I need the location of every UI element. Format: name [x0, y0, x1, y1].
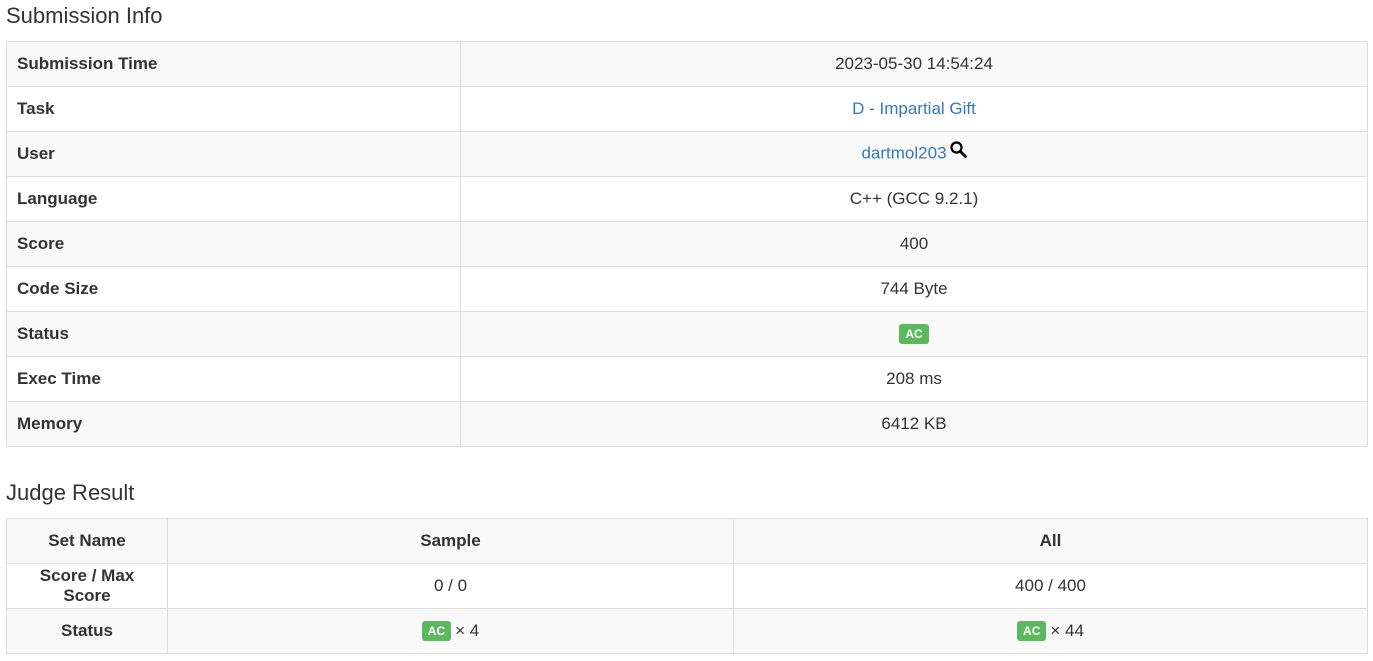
- row-label-language: Language: [6, 176, 461, 222]
- task-cell: D - Impartial Gift: [460, 86, 1368, 132]
- judge-result-table: Set Name Sample All Score / Max Score 0 …: [6, 518, 1368, 654]
- column-header-set-name: Set Name: [6, 518, 168, 564]
- sample-count: × 4: [455, 620, 480, 640]
- table-row: Submission Time 2023-05-30 14:54:24: [6, 41, 1368, 87]
- row-label-judge-status: Status: [6, 608, 168, 654]
- row-label-status: Status: [6, 311, 461, 357]
- search-icon[interactable]: [949, 141, 967, 163]
- status-cell: AC: [460, 311, 1368, 357]
- language-value: C++ (GCC 9.2.1): [460, 176, 1368, 222]
- all-score-value: 400 / 400: [733, 563, 1368, 609]
- submission-info-table: Submission Time 2023-05-30 14:54:24 Task…: [6, 41, 1368, 447]
- table-row: Score 400: [6, 221, 1368, 267]
- task-link[interactable]: D - Impartial Gift: [852, 99, 976, 118]
- table-header-row: Set Name Sample All: [6, 518, 1368, 564]
- table-row: Exec Time 208 ms: [6, 356, 1368, 402]
- table-row: Score / Max Score 0 / 0 400 / 400: [6, 563, 1368, 609]
- all-status-cell: AC × 44: [733, 608, 1368, 654]
- sample-ac-badge: AC: [421, 621, 452, 642]
- row-label-submission-time: Submission Time: [6, 41, 461, 87]
- table-row: Language C++ (GCC 9.2.1): [6, 176, 1368, 222]
- sample-status-cell: AC × 4: [167, 608, 734, 654]
- code-size-value: 744 Byte: [460, 266, 1368, 312]
- table-row: Code Size 744 Byte: [6, 266, 1368, 312]
- column-header-sample: Sample: [167, 518, 734, 564]
- status-badge: AC: [899, 324, 929, 345]
- user-link[interactable]: dartmol203: [861, 143, 946, 162]
- table-row: User dartmol203: [6, 131, 1368, 177]
- sample-score-value: 0 / 0: [167, 563, 734, 609]
- row-label-score-max: Score / Max Score: [6, 563, 168, 609]
- column-header-all: All: [733, 518, 1368, 564]
- row-label-score: Score: [6, 221, 461, 267]
- exec-time-value: 208 ms: [460, 356, 1368, 402]
- submission-info-heading: Submission Info: [6, 3, 163, 28]
- judge-result-heading: Judge Result: [6, 480, 135, 505]
- row-label-user: User: [6, 131, 461, 177]
- all-ac-badge: AC: [1017, 621, 1047, 642]
- submission-time-value: 2023-05-30 14:54:24: [460, 41, 1368, 87]
- table-row: Memory 6412 KB: [6, 401, 1368, 447]
- row-label-code-size: Code Size: [6, 266, 461, 312]
- row-label-exec-time: Exec Time: [6, 356, 461, 402]
- all-count: × 44: [1050, 620, 1084, 640]
- table-row: Task D - Impartial Gift: [6, 86, 1368, 132]
- user-cell: dartmol203: [460, 131, 1368, 177]
- score-value: 400: [460, 221, 1368, 267]
- memory-value: 6412 KB: [460, 401, 1368, 447]
- row-label-task: Task: [6, 86, 461, 132]
- table-row: Status AC × 4 AC × 44: [6, 608, 1368, 654]
- table-row: Status AC: [6, 311, 1368, 357]
- row-label-memory: Memory: [6, 401, 461, 447]
